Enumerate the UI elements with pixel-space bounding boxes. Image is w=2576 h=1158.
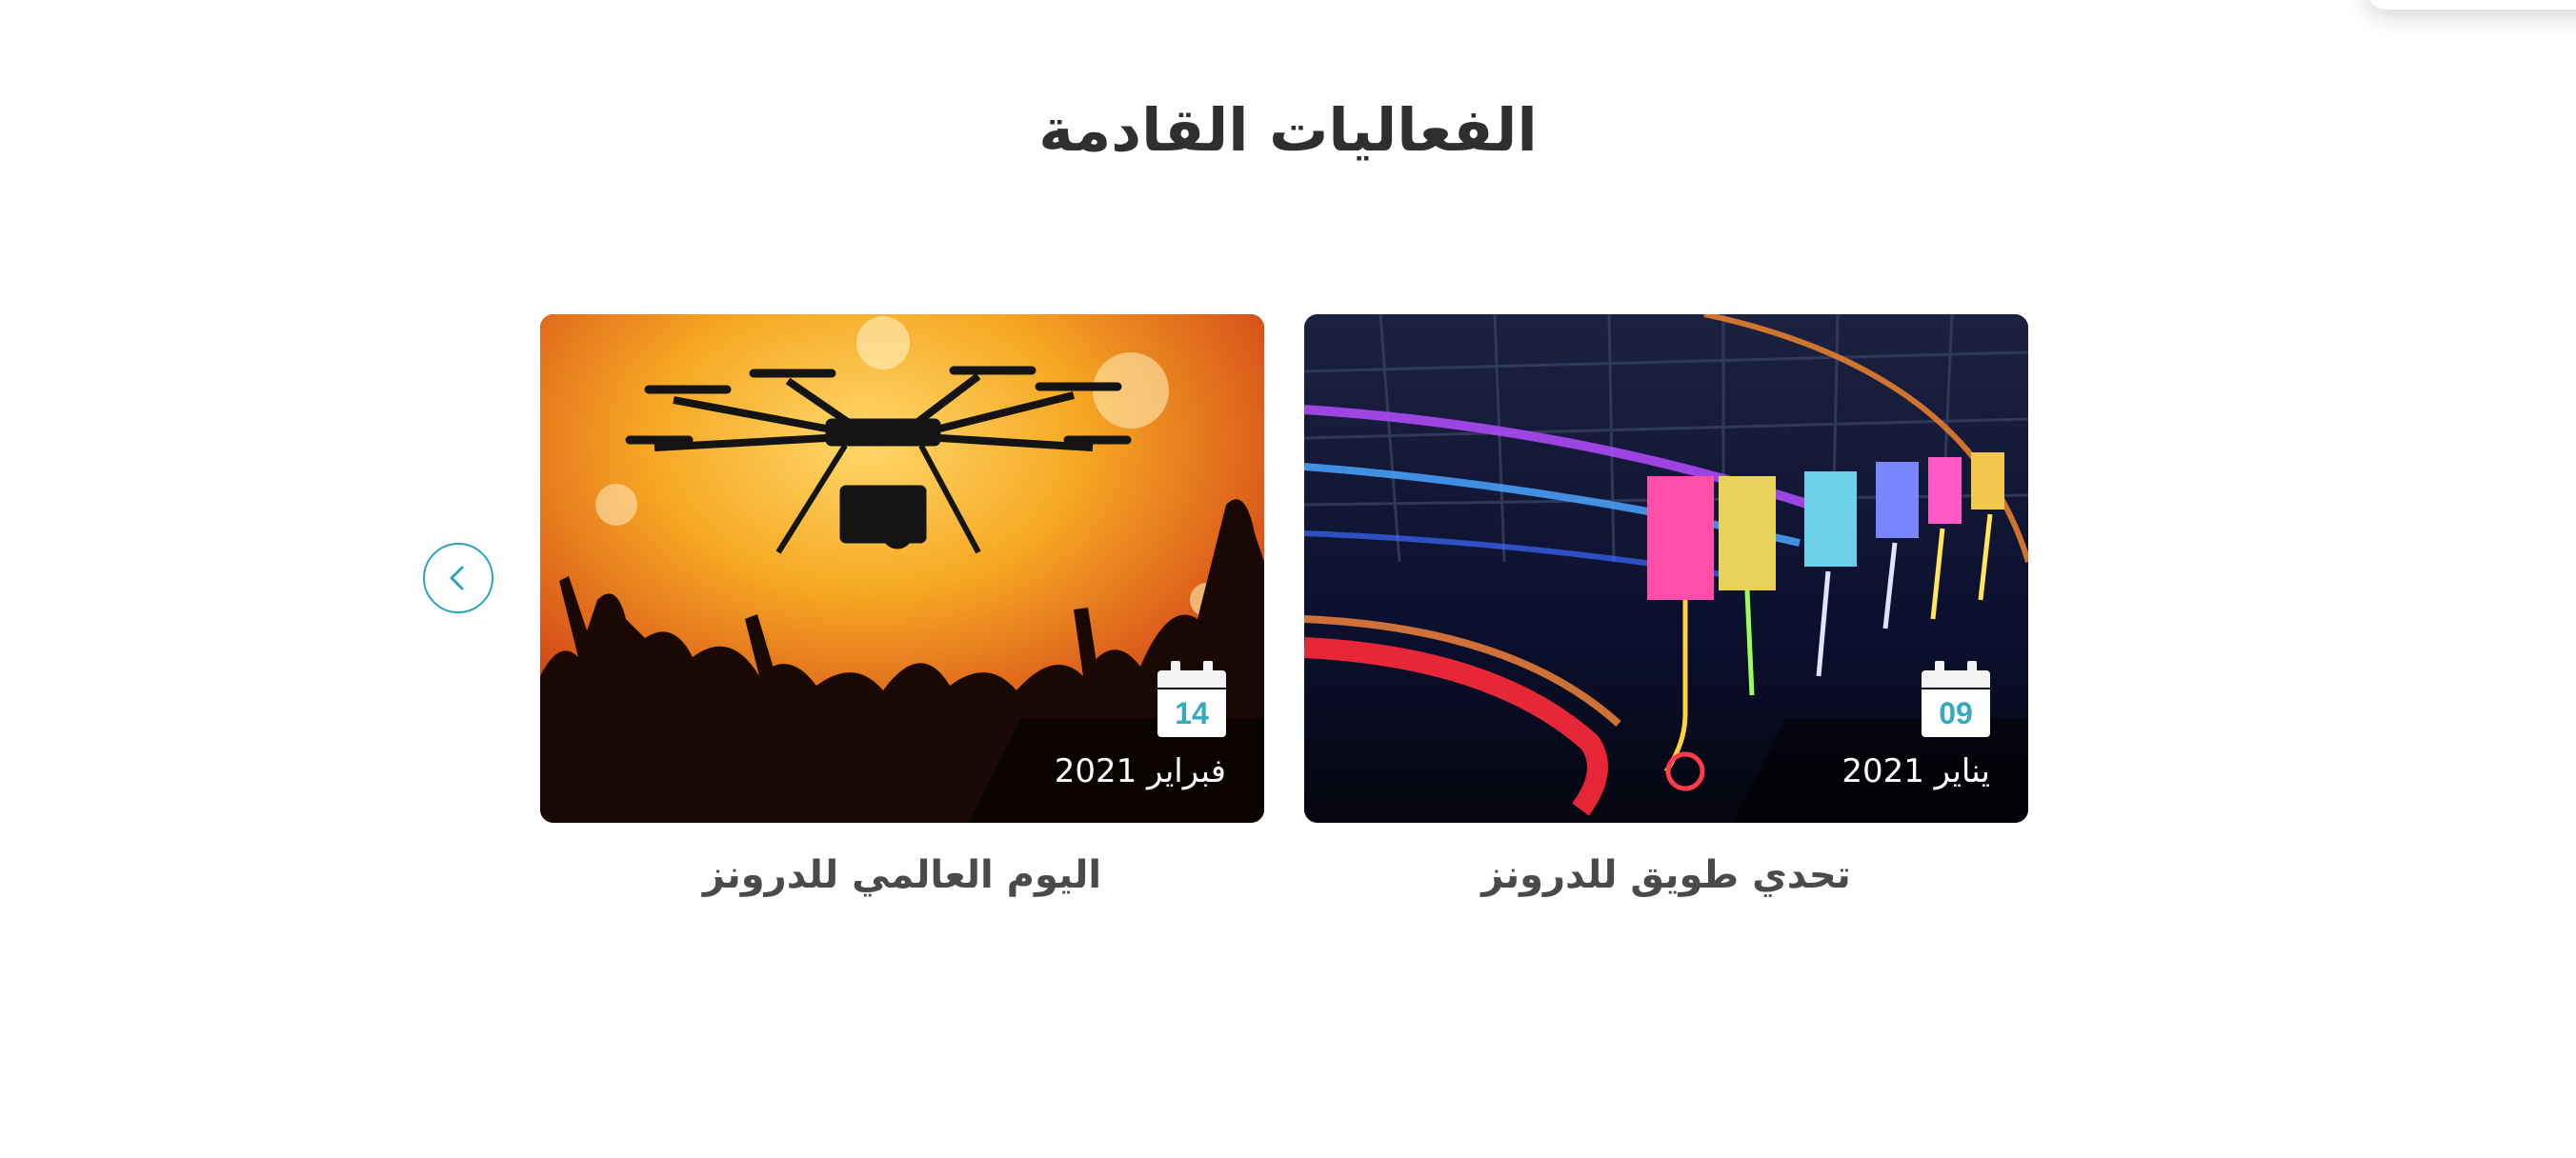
event-card[interactable]: 09 يناير 2021 تحدي طويق للدرونز xyxy=(1304,314,2028,897)
event-card[interactable]: 14 فبراير 2021 اليوم العالمي للدرونز xyxy=(540,314,1264,897)
top-corner-panel xyxy=(2366,0,2576,10)
calendar-icon: 14 xyxy=(1157,661,1226,737)
event-date: يناير 2021 xyxy=(1841,752,1990,790)
carousel-prev-button[interactable] xyxy=(423,543,493,613)
event-date: فبراير 2021 xyxy=(1054,752,1226,790)
event-day: 14 xyxy=(1157,689,1226,737)
event-image[interactable]: 14 فبراير 2021 xyxy=(540,314,1264,823)
event-title[interactable]: اليوم العالمي للدرونز xyxy=(540,853,1264,897)
event-day: 09 xyxy=(1922,689,1990,737)
page: الفعاليات القادمة 14 فبراير 2021 اليوم ا… xyxy=(0,0,2576,1158)
section-title: الفعاليات القادمة xyxy=(1038,95,1538,165)
event-image[interactable]: 09 يناير 2021 xyxy=(1304,314,2028,823)
chevron-left-icon xyxy=(450,566,464,590)
event-title[interactable]: تحدي طويق للدرونز xyxy=(1304,853,2028,897)
calendar-icon: 09 xyxy=(1922,661,1990,737)
